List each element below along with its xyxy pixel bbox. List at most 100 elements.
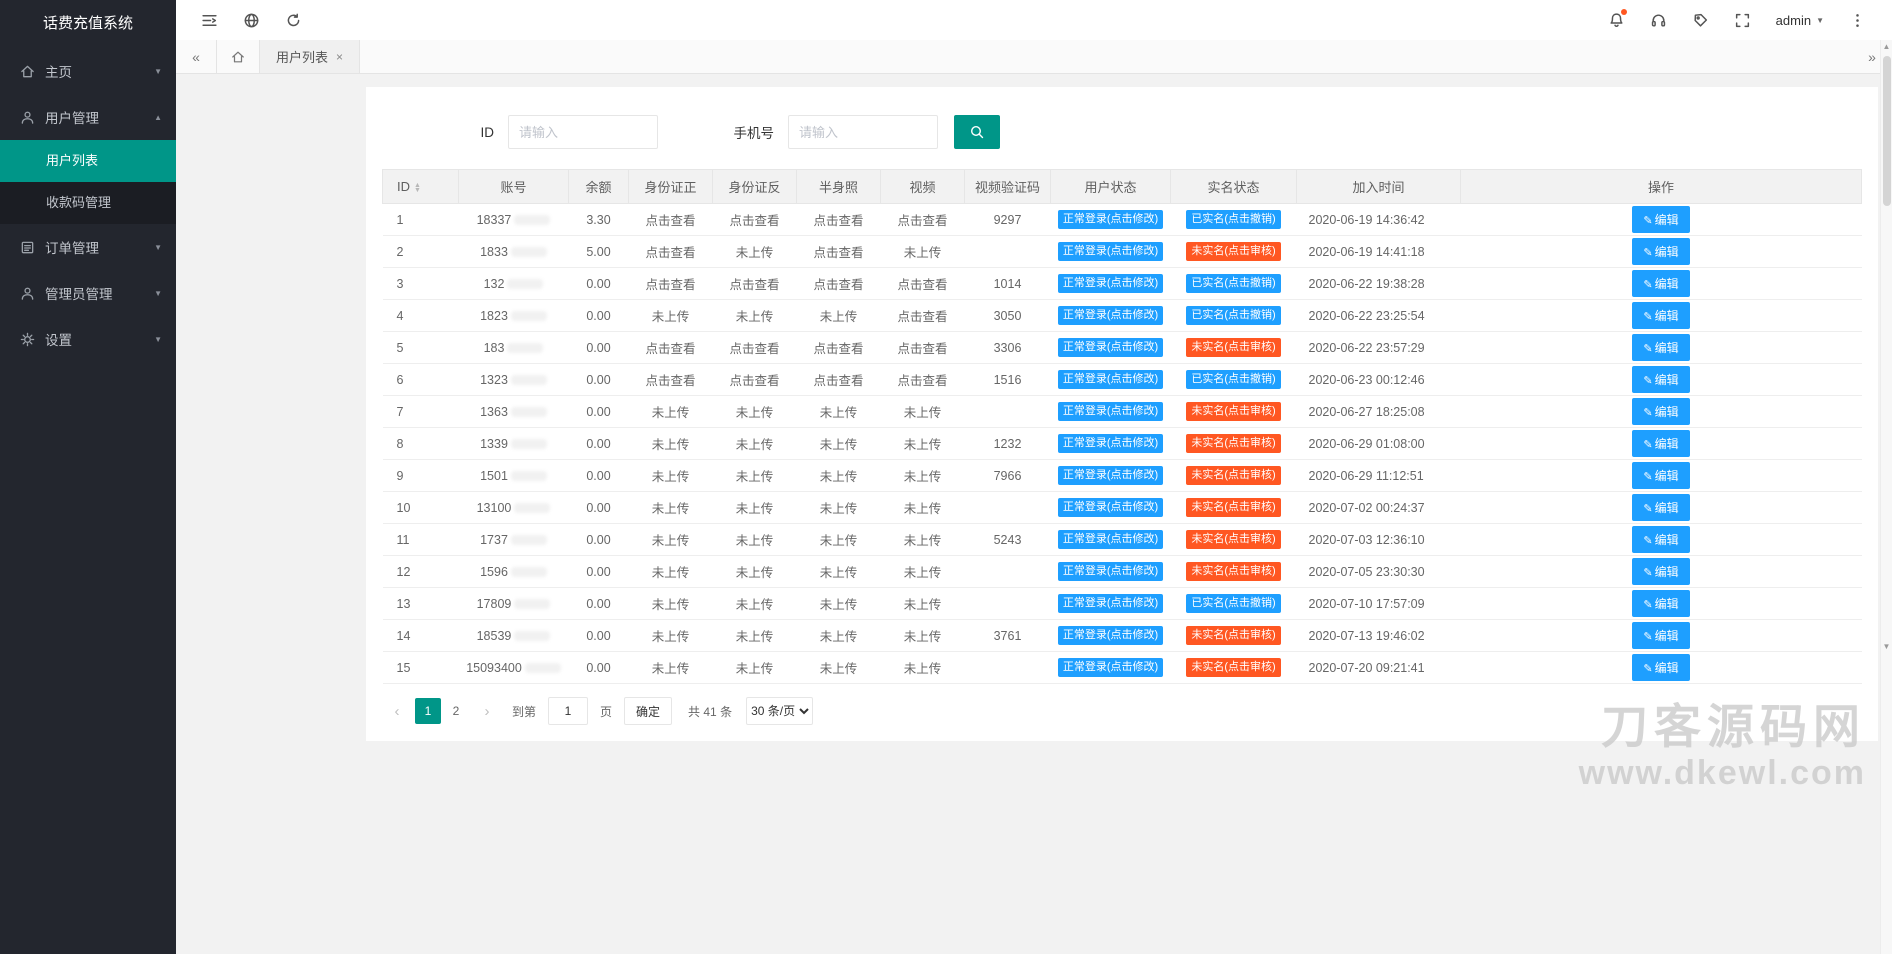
real-status-badge[interactable]: 未实名(点击审核) xyxy=(1186,338,1281,357)
id-search-input[interactable] xyxy=(508,115,658,149)
tabs-scroll-left-icon[interactable]: « xyxy=(176,40,216,73)
half-photo-cell[interactable]: 点击查看 xyxy=(796,363,881,396)
half-photo-cell[interactable]: 点击查看 xyxy=(796,235,881,268)
prev-page-icon[interactable]: ‹ xyxy=(384,698,410,724)
sidebar-item-user-list[interactable]: 用户列表 xyxy=(0,140,176,182)
user-status-badge[interactable]: 正常登录(点击修改) xyxy=(1057,498,1164,517)
edit-button[interactable]: ✎ 编辑 xyxy=(1632,654,1690,681)
sidebar-item-home[interactable]: 主页 ▼ xyxy=(0,48,176,94)
phone-search-input[interactable] xyxy=(788,115,938,149)
id-front-cell[interactable]: 点击查看 xyxy=(628,331,713,364)
edit-button[interactable]: ✎ 编辑 xyxy=(1632,270,1690,297)
search-button[interactable] xyxy=(954,115,1000,149)
id-back-cell[interactable]: 点击查看 xyxy=(712,363,797,396)
column-header[interactable]: ID ▲ ▼ xyxy=(382,169,459,204)
real-status-badge[interactable]: 未实名(点击审核) xyxy=(1186,402,1281,421)
goto-page-input[interactable] xyxy=(548,697,589,725)
half-photo-cell[interactable]: 点击查看 xyxy=(796,203,881,236)
fullscreen-icon[interactable] xyxy=(1722,0,1764,40)
id-front-cell[interactable]: 点击查看 xyxy=(628,235,713,268)
sidebar-item-order-mgmt[interactable]: 订单管理 ▼ xyxy=(0,224,176,270)
admin-dropdown[interactable]: admin ▼ xyxy=(1764,13,1836,28)
id-back-cell[interactable]: 点击查看 xyxy=(712,331,797,364)
sidebar-item-user-mgmt[interactable]: 用户管理 ▲ xyxy=(0,94,176,140)
sidebar-item-settings[interactable]: 设置 ▼ xyxy=(0,316,176,362)
real-status-badge[interactable]: 已实名(点击撤销) xyxy=(1186,306,1281,325)
real-status-badge[interactable]: 未实名(点击审核) xyxy=(1186,466,1281,485)
user-status-badge[interactable]: 正常登录(点击修改) xyxy=(1057,370,1164,389)
tag-icon[interactable] xyxy=(1680,0,1722,40)
user-status-badge[interactable]: 正常登录(点击修改) xyxy=(1057,434,1164,453)
id-front-cell[interactable]: 点击查看 xyxy=(628,203,713,236)
edit-button[interactable]: ✎ 编辑 xyxy=(1632,366,1690,393)
real-status-badge[interactable]: 已实名(点击撤销) xyxy=(1186,594,1281,613)
real-status-badge[interactable]: 未实名(点击审核) xyxy=(1186,562,1281,581)
edit-button[interactable]: ✎ 编辑 xyxy=(1632,398,1690,425)
edit-button[interactable]: ✎ 编辑 xyxy=(1632,238,1690,265)
sort-icons[interactable]: ▲ ▼ xyxy=(414,182,421,194)
more-vert-icon[interactable] xyxy=(1836,0,1878,40)
headset-icon[interactable] xyxy=(1638,0,1680,40)
half-photo-cell: 未上传 xyxy=(796,491,881,524)
user-status-badge[interactable]: 正常登录(点击修改) xyxy=(1057,466,1164,485)
page-number[interactable]: 2 xyxy=(443,698,469,724)
edit-button[interactable]: ✎ 编辑 xyxy=(1632,302,1690,329)
tab-close-icon[interactable]: × xyxy=(336,50,343,64)
user-status-badge[interactable]: 正常登录(点击修改) xyxy=(1057,338,1164,357)
edit-button[interactable]: ✎ 编辑 xyxy=(1632,334,1690,361)
half-photo-cell[interactable]: 点击查看 xyxy=(796,267,881,300)
real-status-badge[interactable]: 未实名(点击审核) xyxy=(1186,242,1281,261)
id-back-cell[interactable]: 点击查看 xyxy=(712,203,797,236)
scrollbar-down-icon[interactable]: ▼ xyxy=(1883,640,1891,654)
video-cell[interactable]: 点击查看 xyxy=(880,267,965,300)
next-page-icon[interactable]: › xyxy=(474,698,500,724)
edit-button[interactable]: ✎ 编辑 xyxy=(1632,206,1690,233)
per-page-select[interactable]: 30 条/页 xyxy=(746,697,814,725)
half-photo-cell[interactable]: 点击查看 xyxy=(796,331,881,364)
user-status-badge[interactable]: 正常登录(点击修改) xyxy=(1057,530,1164,549)
edit-button[interactable]: ✎ 编辑 xyxy=(1632,430,1690,457)
user-status-badge[interactable]: 正常登录(点击修改) xyxy=(1057,562,1164,581)
edit-button[interactable]: ✎ 编辑 xyxy=(1632,558,1690,585)
user-status-badge[interactable]: 正常登录(点击修改) xyxy=(1057,626,1164,645)
collapse-menu-icon[interactable] xyxy=(188,0,230,40)
video-cell[interactable]: 点击查看 xyxy=(880,299,965,332)
real-status-badge[interactable]: 已实名(点击撤销) xyxy=(1186,370,1281,389)
scrollbar-up-icon[interactable]: ▲ xyxy=(1883,40,1891,54)
page-number[interactable]: 1 xyxy=(415,698,441,724)
real-status-badge[interactable]: 未实名(点击审核) xyxy=(1186,626,1281,645)
real-status-badge[interactable]: 未实名(点击审核) xyxy=(1186,658,1281,677)
video-cell[interactable]: 点击查看 xyxy=(880,331,965,364)
real-status-badge[interactable]: 未实名(点击审核) xyxy=(1186,434,1281,453)
id-front-cell[interactable]: 点击查看 xyxy=(628,363,713,396)
edit-button[interactable]: ✎ 编辑 xyxy=(1632,494,1690,521)
real-status-badge[interactable]: 未实名(点击审核) xyxy=(1186,498,1281,517)
video-cell[interactable]: 点击查看 xyxy=(880,203,965,236)
edit-button[interactable]: ✎ 编辑 xyxy=(1632,526,1690,553)
user-status-badge[interactable]: 正常登录(点击修改) xyxy=(1057,210,1164,229)
goto-confirm-button[interactable]: 确定 xyxy=(624,697,673,725)
edit-button[interactable]: ✎ 编辑 xyxy=(1632,462,1690,489)
notification-bell-icon[interactable] xyxy=(1596,0,1638,40)
real-status-badge[interactable]: 未实名(点击审核) xyxy=(1186,530,1281,549)
user-status-badge[interactable]: 正常登录(点击修改) xyxy=(1057,274,1164,293)
user-status-badge[interactable]: 正常登录(点击修改) xyxy=(1057,594,1164,613)
refresh-icon[interactable] xyxy=(272,0,314,40)
video-cell[interactable]: 点击查看 xyxy=(880,363,965,396)
id-back-cell[interactable]: 点击查看 xyxy=(712,267,797,300)
user-status-badge[interactable]: 正常登录(点击修改) xyxy=(1057,402,1164,421)
real-status-badge[interactable]: 已实名(点击撤销) xyxy=(1186,210,1281,229)
sidebar-item-admin-mgmt[interactable]: 管理员管理 ▼ xyxy=(0,270,176,316)
real-status-badge[interactable]: 已实名(点击撤销) xyxy=(1186,274,1281,293)
edit-button[interactable]: ✎ 编辑 xyxy=(1632,590,1690,617)
edit-button[interactable]: ✎ 编辑 xyxy=(1632,622,1690,649)
id-front-cell[interactable]: 点击查看 xyxy=(628,267,713,300)
user-status-badge[interactable]: 正常登录(点击修改) xyxy=(1057,306,1164,325)
sidebar-item-payment-codes[interactable]: 收款码管理 xyxy=(0,182,176,224)
user-status-badge[interactable]: 正常登录(点击修改) xyxy=(1057,658,1164,677)
tab-user-list[interactable]: 用户列表 × xyxy=(259,40,361,73)
scrollbar-thumb[interactable] xyxy=(1882,56,1891,206)
user-status-badge[interactable]: 正常登录(点击修改) xyxy=(1057,242,1164,261)
tab-home[interactable] xyxy=(216,40,259,73)
globe-icon[interactable] xyxy=(230,0,272,40)
